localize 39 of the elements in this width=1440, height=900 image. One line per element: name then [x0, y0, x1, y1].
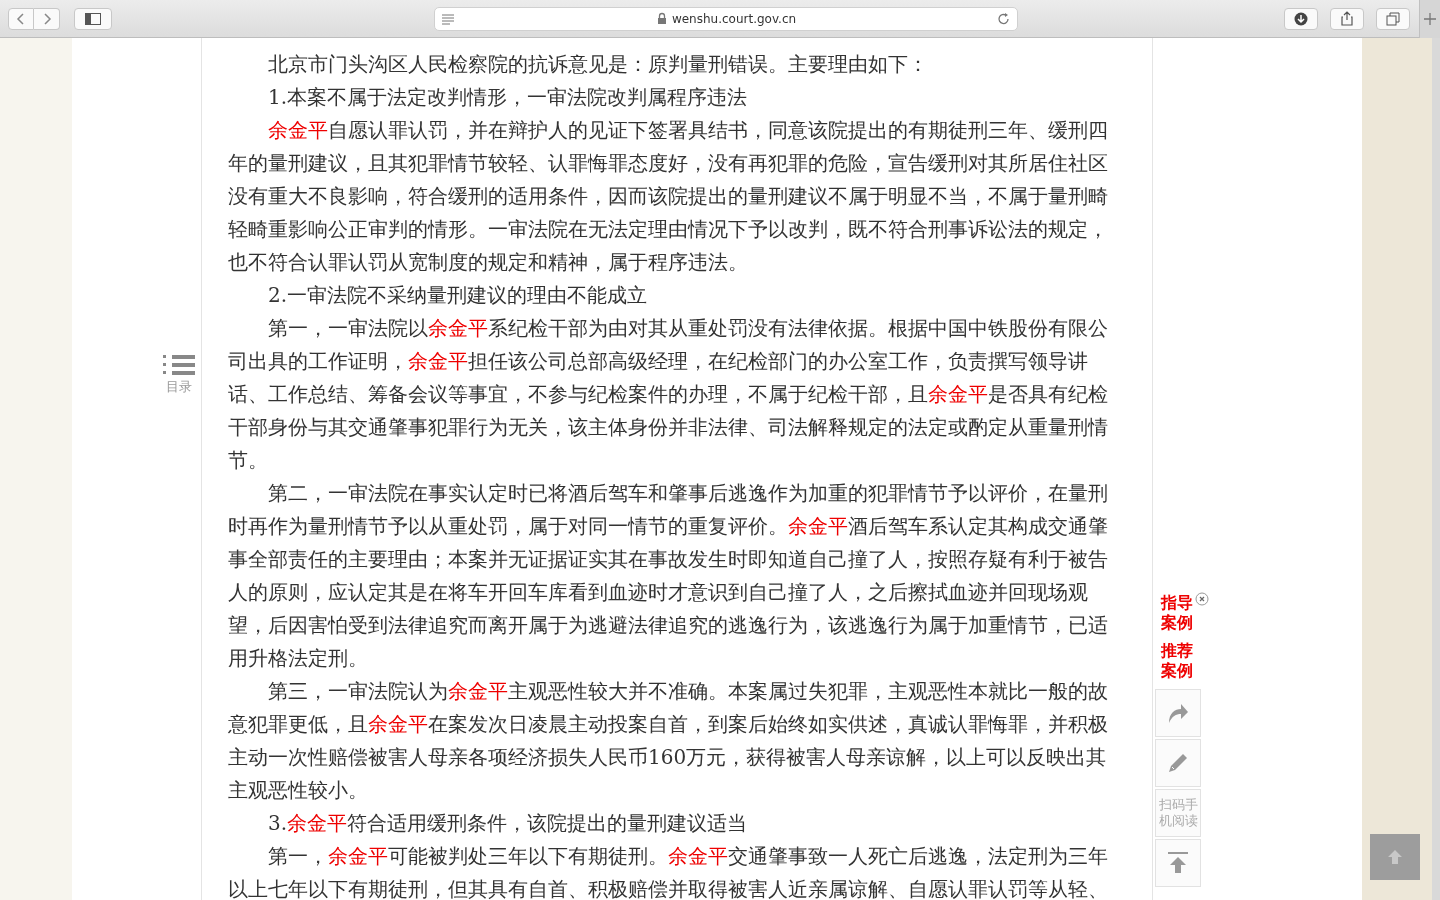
new-tab-button[interactable]	[1419, 0, 1440, 38]
reader-icon	[441, 11, 455, 26]
edit-button[interactable]	[1155, 739, 1201, 787]
up-arrow-icon	[1166, 851, 1190, 875]
sidebar-link[interactable]: 推荐案例	[1161, 641, 1195, 681]
share-button[interactable]	[1155, 689, 1201, 737]
up-arrow-icon	[1387, 849, 1403, 865]
back-button[interactable]	[8, 7, 34, 30]
lock-icon	[655, 12, 668, 25]
body-paragraph: 第三，一审法院认为余金平主观恶性较大并不准确。本案属过失犯罪，主观恶性本就比一般的故意犯罪更低，且余金平在案发次日凌晨主动投案自首，到案后始终如实供述，真诚认罪悔罪，并积极主动一次性赔偿被害人母亲各项经济损失人民币160万元，获得被害人母亲谅解，以上可以反映出其主观恶性较小。	[228, 678, 1109, 804]
body-paragraph: 第二，一审法院在事实认定时已将酒后驾车和肇事后逃逸作为加重的犯罪情节予以评价，在量刑时再作为量刑情节予以从重处罚，属于对同一情节的重复评价。余金平酒后驾车系认定其构成交通肇事全部责任的主要理由；本案并无证据证实其在事故发生时即知道自己撞了人，按照存疑有利于被告人的原则，应认定其是在将车开回车库看到血迹时才意识到自己撞了人，之后擦拭血迹并回现场观望，后因害怕受到法律追究而离开属于为逃避法律追究的逃逸行为，该逃逸行为属于加重情节，已适用升格法定刑。	[228, 480, 1109, 672]
forward-button[interactable]	[34, 7, 60, 30]
sidebar-icon	[85, 11, 101, 26]
scan-qr-button[interactable]: 扫码手机阅读	[1155, 789, 1201, 837]
url-text: wenshu.court.gov.cn	[671, 11, 797, 26]
sidebar-button[interactable]	[74, 7, 112, 30]
body-paragraph: 2.一审法院不采纳量刑建议的理由不能成立	[267, 282, 649, 309]
close-icon	[1195, 592, 1209, 606]
body-paragraph: 余金平自愿认罪认罚，并在辩护人的见证下签署具结书，同意该院提出的有期徒刑三年、缓刑四年的量刑建议，且其犯罪情节较轻、认罪悔罪态度好，没有再犯罪的危险，宣告缓刑对其所居住社区没有重大不良影响，符合缓刑的适用条件，因而该院提出的量刑建议不属于明显不当，不属于量刑畸轻畸重影响公正审判的情形。一审法院在无法定理由情况下予以改判，既不符合刑事诉讼法的规定，也不符合认罪认罚从宽制度的规定和精神，属于程序违法。	[228, 117, 1109, 276]
table-of-contents-button[interactable]: 目录	[163, 354, 195, 396]
share-button[interactable]	[1330, 7, 1364, 30]
share-icon	[1340, 11, 1354, 26]
pencil-icon	[1166, 751, 1190, 775]
back-to-top-button[interactable]	[1155, 839, 1201, 887]
reload-icon	[997, 11, 1011, 26]
address-bar[interactable]: wenshu.court.gov.cn	[434, 6, 1018, 31]
download-icon	[1294, 11, 1308, 26]
body-paragraph: 1.本案不属于法定改判情形，一审法院改判属程序违法	[267, 84, 749, 111]
tabs-button[interactable]	[1376, 7, 1410, 30]
scroll-top-button[interactable]	[1370, 834, 1420, 880]
body-paragraph: 第一，一审法院以余金平系纪检干部为由对其从重处罚没有法律依据。根据中国中铁股份有限公司出具的工作证明，余金平担任该公司总部高级经理，在纪检部门的办公室工作，负责撰写领导讲话、工作总结、筹备会议等事宜，不参与纪检案件的办理，不属于纪检干部，且余金平是否具有纪检干部身份与其交通肇事犯罪行为无关，该主体身份并非法律、司法解释规定的法定或酌定从重量刑情节。	[228, 315, 1109, 474]
tabs-icon	[1386, 11, 1400, 26]
body-paragraph: 3.余金平符合适用缓刑条件，该院提出的量刑建议适当	[267, 810, 749, 837]
sidebar-link[interactable]: 指导案例	[1161, 593, 1195, 633]
body-paragraph: 北京市门头沟区人民检察院的抗诉意见是：原判量刑错误。主要理由如下：	[267, 51, 929, 78]
numbered-list-icon	[163, 354, 195, 376]
downloads-button[interactable]	[1284, 7, 1318, 30]
body-paragraph: 第一，余金平可能被判处三年以下有期徒刑。余金平交通肇事致一人死亡后逃逸，法定刑为三年以上七年以下有期徒刑，但其具有自首、积极赔偿并取得被害人近亲属谅解、自愿认罪认罚等从轻、	[228, 843, 1109, 900]
plus-icon	[1424, 12, 1436, 25]
